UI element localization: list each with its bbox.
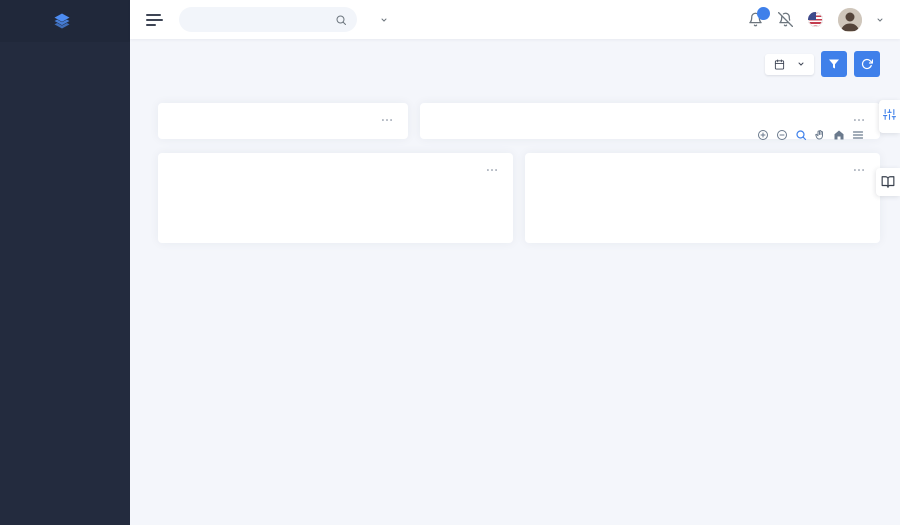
builder-tab[interactable]: [879, 100, 900, 133]
zoom-out-icon[interactable]: [776, 129, 788, 141]
chart-card: [420, 103, 880, 139]
chart-toolbar: [757, 129, 864, 141]
chevron-down-icon: [797, 60, 805, 68]
calendar-icon: [774, 59, 785, 70]
search-input[interactable]: [189, 13, 329, 27]
page-header: [158, 51, 880, 77]
mega-menu[interactable]: [375, 16, 388, 24]
filter-button[interactable]: [821, 51, 847, 77]
layers-logo-icon: [53, 12, 71, 30]
search-box: [179, 7, 357, 32]
book-open-icon: [881, 175, 895, 189]
app-root: [0, 0, 900, 525]
chevron-down-icon: [380, 16, 388, 24]
more-horizontal-icon[interactable]: [380, 113, 394, 127]
candlestick-chart: [420, 133, 880, 139]
docs-tab[interactable]: [876, 168, 900, 196]
zoom-in-icon[interactable]: [757, 129, 769, 141]
date-filter-button[interactable]: [765, 54, 814, 75]
sliders-icon: [883, 108, 896, 121]
more-horizontal-icon[interactable]: [852, 113, 866, 127]
sidebar: [0, 0, 130, 525]
home-reset-icon[interactable]: [833, 129, 845, 141]
more-horizontal-icon[interactable]: [485, 163, 499, 177]
bell-off-icon[interactable]: [778, 12, 793, 27]
top-navbar: [130, 0, 900, 39]
main-column: [130, 0, 900, 525]
notifications-bell-icon[interactable]: [748, 12, 763, 27]
language-flag-icon[interactable]: [808, 12, 823, 27]
navbar-right: [748, 8, 884, 32]
middle-row: [158, 103, 880, 139]
page-content: [130, 39, 900, 525]
sell-orders-card: [158, 153, 513, 243]
orders-row: [158, 153, 880, 243]
filter-icon: [828, 58, 840, 70]
refresh-icon: [861, 58, 873, 70]
refresh-button[interactable]: [854, 51, 880, 77]
user-menu[interactable]: [838, 8, 884, 32]
selection-zoom-icon[interactable]: [795, 129, 807, 141]
more-horizontal-icon[interactable]: [852, 163, 866, 177]
chart-menu-icon[interactable]: [852, 129, 864, 141]
search-icon[interactable]: [335, 14, 347, 26]
notification-count-badge: [757, 7, 770, 20]
brand[interactable]: [0, 0, 130, 42]
header-actions: [765, 51, 880, 77]
markets-card: [158, 103, 408, 139]
avatar: [838, 8, 862, 32]
chevron-down-icon: [876, 16, 884, 24]
hamburger-icon[interactable]: [146, 14, 163, 26]
buy-orders-card: [525, 153, 880, 243]
pan-hand-icon[interactable]: [814, 129, 826, 141]
